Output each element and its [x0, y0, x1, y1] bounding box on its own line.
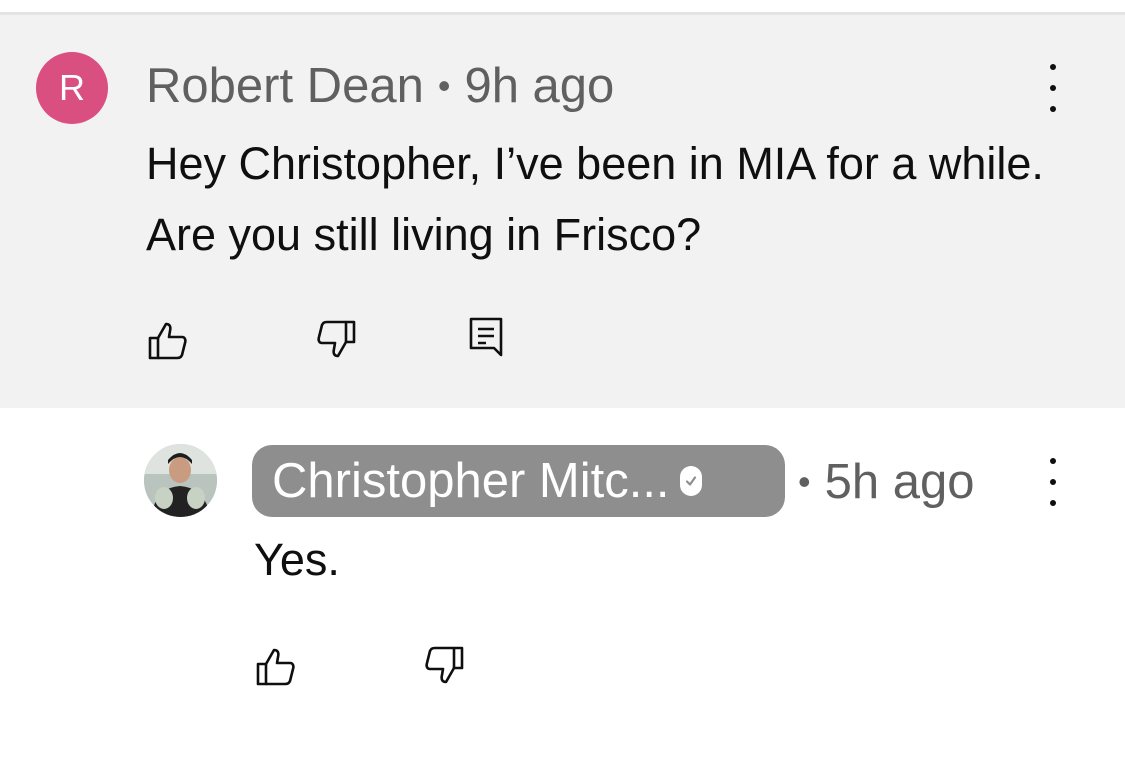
reply-like-button[interactable] — [252, 642, 300, 690]
dislike-button[interactable] — [312, 316, 360, 364]
reply-author[interactable]: Christopher Mitc... — [272, 453, 670, 509]
comment-author[interactable]: Robert Dean — [146, 58, 424, 114]
thumbs-up-icon — [148, 322, 187, 360]
reply-timestamp[interactable]: 5h ago — [825, 454, 975, 510]
meta-separator: • — [798, 461, 811, 502]
reply-text: Yes. — [254, 534, 340, 585]
reply-header-meta: • 5h ago — [798, 452, 974, 512]
reply-button[interactable] — [462, 314, 510, 362]
avatar[interactable]: R — [36, 52, 108, 124]
reply-dislike-button[interactable] — [420, 642, 468, 690]
avatar-letter: R — [59, 67, 85, 108]
reply-comment-icon — [469, 317, 503, 357]
comment-text: Hey Christopher, I’ve been in MIA for a … — [146, 138, 1044, 260]
thumbs-up-icon — [256, 648, 295, 686]
comment-more-button[interactable] — [1038, 64, 1068, 112]
meta-separator: • — [437, 65, 451, 106]
reply-more-button[interactable] — [1038, 458, 1068, 506]
reply-author-chip[interactable]: Christopher Mitc... — [252, 445, 785, 517]
reply-avatar[interactable] — [144, 444, 217, 517]
comment-header: Robert Dean • 9h ago — [146, 58, 614, 114]
verified-icon — [679, 466, 702, 496]
thumbs-down-icon — [317, 320, 356, 358]
thumbs-down-icon — [425, 646, 464, 684]
profile-photo — [144, 444, 217, 517]
comment-timestamp[interactable]: 9h ago — [464, 58, 614, 114]
like-button[interactable] — [144, 316, 192, 364]
